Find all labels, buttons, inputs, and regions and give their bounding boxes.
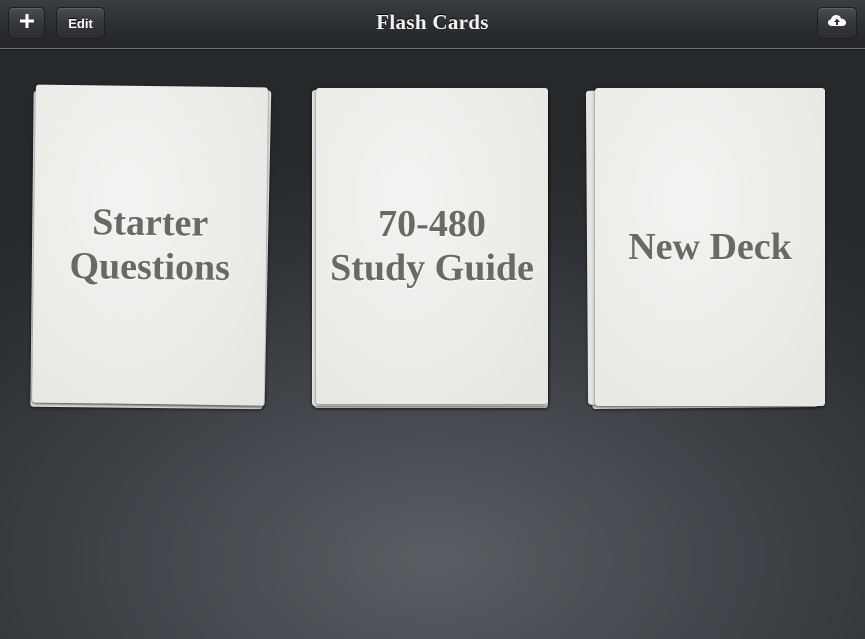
cloud-sync-icon — [827, 13, 847, 34]
deck-starter-questions[interactable]: Starter Questions — [30, 82, 275, 412]
deck-title: Starter Questions — [69, 201, 231, 289]
deck-title: 70-480 Study Guide — [330, 203, 534, 289]
deck-title: New Deck — [628, 226, 792, 268]
navigation-bar: Edit Flash Cards — [0, 0, 865, 49]
cloud-sync-button[interactable] — [817, 7, 857, 39]
deck-70-480-study-guide[interactable]: 70-480 Study Guide — [310, 82, 555, 412]
deck-cover-card[interactable]: New Deck — [595, 88, 825, 406]
page-title: Flash Cards — [376, 10, 489, 34]
deck-new-deck[interactable]: New Deck — [585, 82, 830, 412]
deck-cover-card[interactable]: 70-480 Study Guide — [316, 88, 548, 404]
deck-cover-card[interactable]: Starter Questions — [32, 84, 268, 406]
